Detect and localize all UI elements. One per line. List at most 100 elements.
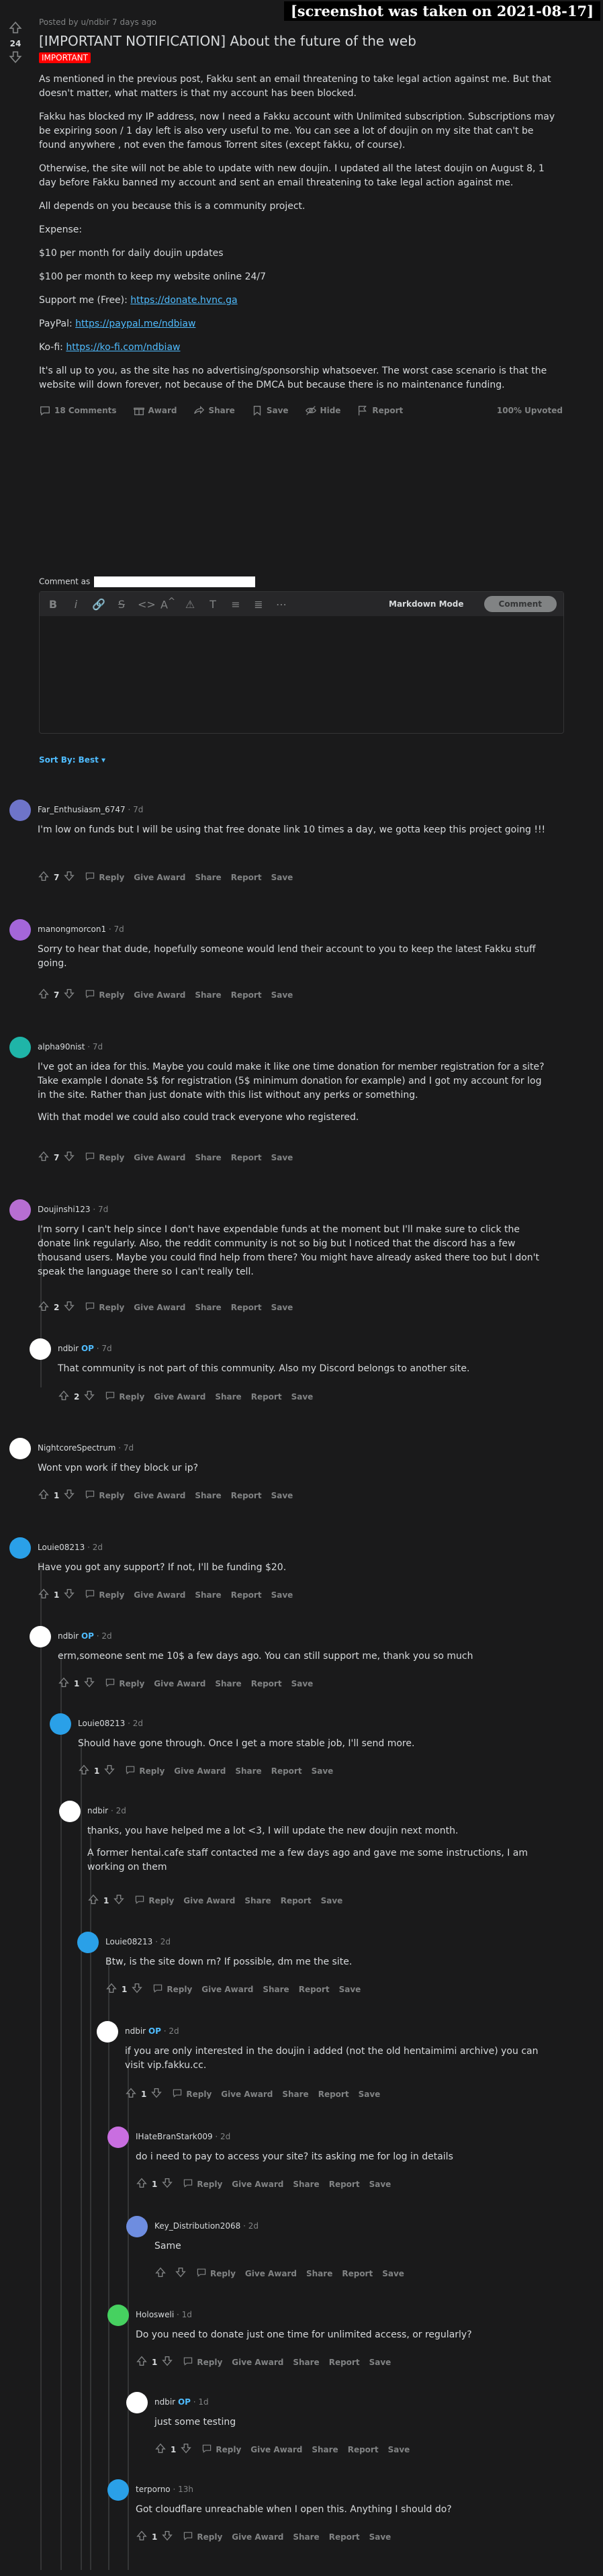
reply-button[interactable]: Reply — [172, 2088, 212, 2100]
avatar[interactable] — [9, 919, 31, 941]
save-button[interactable]: Save — [271, 990, 293, 1000]
share-button[interactable]: Share — [195, 1303, 221, 1312]
username[interactable]: Far_Enthusiasm_6747 — [38, 805, 126, 814]
upvote-icon[interactable] — [105, 1982, 118, 1996]
reply-button[interactable]: Reply — [152, 1983, 192, 1995]
report-button[interactable]: Report — [231, 1590, 262, 1600]
upvote-icon[interactable] — [154, 2266, 167, 2280]
avatar[interactable] — [30, 1626, 51, 1647]
share-button[interactable]: Share — [306, 2269, 332, 2278]
downvote-icon[interactable] — [63, 988, 75, 1002]
downvote-icon[interactable] — [83, 1676, 95, 1690]
share-button[interactable]: Share — [293, 2358, 319, 2367]
thread-line[interactable] — [60, 1653, 62, 2570]
heading-icon[interactable]: T — [206, 598, 220, 611]
donate-link[interactable]: https://donate.hvnc.ga — [130, 295, 237, 306]
reply-button[interactable]: Reply — [134, 1894, 174, 1907]
downvote-icon[interactable] — [161, 2530, 173, 2544]
save-button[interactable]: Save — [291, 1392, 314, 1402]
upvote-icon[interactable] — [38, 1300, 50, 1314]
downvote-icon[interactable] — [175, 2266, 187, 2280]
markdown-mode-toggle[interactable]: Markdown Mode — [389, 599, 464, 609]
upvote-icon[interactable] — [8, 20, 23, 35]
avatar[interactable] — [107, 2127, 129, 2148]
save-button[interactable]: Save — [369, 2532, 391, 2542]
downvote-icon[interactable] — [8, 50, 23, 65]
username[interactable]: ndbir — [58, 1344, 79, 1353]
give-award-button[interactable]: Give Award — [245, 2269, 297, 2278]
avatar[interactable] — [9, 800, 31, 821]
upvote-icon[interactable] — [136, 2177, 148, 2191]
save-button[interactable]: Save — [271, 873, 293, 882]
username[interactable]: Louie08213 — [105, 1937, 152, 1946]
give-award-button[interactable]: Give Award — [134, 1491, 185, 1500]
kofi-link[interactable]: https://ko-fi.com/ndbiaw — [66, 342, 180, 353]
share-button[interactable]: Share — [193, 404, 235, 417]
upvote-icon[interactable] — [136, 2355, 148, 2369]
reply-button[interactable]: Reply — [105, 1677, 144, 1690]
report-button[interactable]: Report — [231, 873, 262, 882]
bold-icon[interactable]: B — [46, 598, 60, 611]
avatar[interactable] — [9, 1438, 31, 1459]
username[interactable]: Doujinshi123 — [38, 1205, 91, 1214]
italic-icon[interactable]: i — [69, 598, 83, 611]
numbered-list-icon[interactable]: ≣ — [252, 598, 265, 611]
upvote-icon[interactable] — [58, 1676, 70, 1690]
username[interactable]: ndbir — [125, 2026, 146, 2036]
bulleted-list-icon[interactable]: ≡ — [229, 598, 242, 611]
reply-button[interactable]: Reply — [85, 1588, 124, 1601]
report-button[interactable]: Report — [271, 1766, 302, 1776]
username[interactable]: IHateBranStark009 — [136, 2132, 213, 2141]
upvote-icon[interactable] — [87, 1893, 99, 1907]
reply-button[interactable]: Reply — [125, 1764, 165, 1777]
report-button[interactable]: Report — [329, 2532, 360, 2542]
avatar[interactable] — [107, 2479, 129, 2501]
reply-button[interactable]: Reply — [85, 1489, 124, 1502]
award-button[interactable]: Award — [133, 404, 177, 417]
link-icon[interactable]: 🔗 — [92, 598, 105, 611]
share-button[interactable]: Share — [312, 2445, 338, 2454]
report-button[interactable]: Report — [318, 2090, 349, 2099]
reply-button[interactable]: Reply — [85, 988, 124, 1001]
share-button[interactable]: Share — [215, 1679, 241, 1688]
save-button[interactable]: Save — [291, 1679, 314, 1688]
save-button[interactable]: Save — [271, 1491, 293, 1500]
give-award-button[interactable]: Give Award — [232, 2180, 283, 2189]
hide-button[interactable]: Hide — [305, 404, 340, 417]
reply-button[interactable]: Reply — [201, 2443, 241, 2456]
save-button[interactable]: Save — [339, 1985, 361, 1994]
share-button[interactable]: Share — [195, 1153, 221, 1162]
share-button[interactable]: Share — [195, 1491, 221, 1500]
upvote-icon[interactable] — [38, 1588, 50, 1602]
avatar[interactable] — [9, 1037, 31, 1058]
give-award-button[interactable]: Give Award — [174, 1766, 226, 1776]
report-button[interactable]: Report — [357, 404, 403, 417]
save-button[interactable]: Save — [271, 1303, 293, 1312]
avatar[interactable] — [97, 2021, 118, 2043]
report-button[interactable]: Report — [299, 1985, 330, 1994]
reply-button[interactable]: Reply — [85, 1301, 124, 1314]
upvote-icon[interactable] — [125, 2087, 137, 2101]
save-button[interactable]: Save — [359, 2090, 381, 2099]
post-title[interactable]: [IMPORTANT NOTIFICATION] About the futur… — [39, 32, 563, 50]
username[interactable]: Holosweli — [136, 2310, 174, 2319]
sort-dropdown[interactable]: Sort By: Best ▾ — [39, 755, 105, 765]
reply-button[interactable]: Reply — [183, 2178, 222, 2190]
save-button[interactable]: Save — [369, 2358, 391, 2367]
username[interactable]: terporno — [136, 2485, 171, 2494]
report-button[interactable]: Report — [231, 1491, 262, 1500]
reply-button[interactable]: Reply — [196, 2267, 236, 2280]
downvote-icon[interactable] — [83, 1389, 95, 1404]
downvote-icon[interactable] — [161, 2355, 173, 2369]
downvote-icon[interactable] — [161, 2177, 173, 2191]
report-button[interactable]: Report — [251, 1392, 282, 1402]
share-button[interactable]: Share — [293, 2180, 319, 2189]
report-button[interactable]: Report — [342, 2269, 373, 2278]
downvote-icon[interactable] — [63, 1488, 75, 1502]
give-award-button[interactable]: Give Award — [134, 1303, 185, 1312]
comments-button[interactable]: 18 Comments — [39, 404, 117, 417]
share-button[interactable]: Share — [195, 990, 221, 1000]
avatar[interactable] — [9, 1199, 31, 1221]
give-award-button[interactable]: Give Award — [154, 1392, 205, 1402]
thread-line[interactable] — [40, 1562, 42, 2570]
